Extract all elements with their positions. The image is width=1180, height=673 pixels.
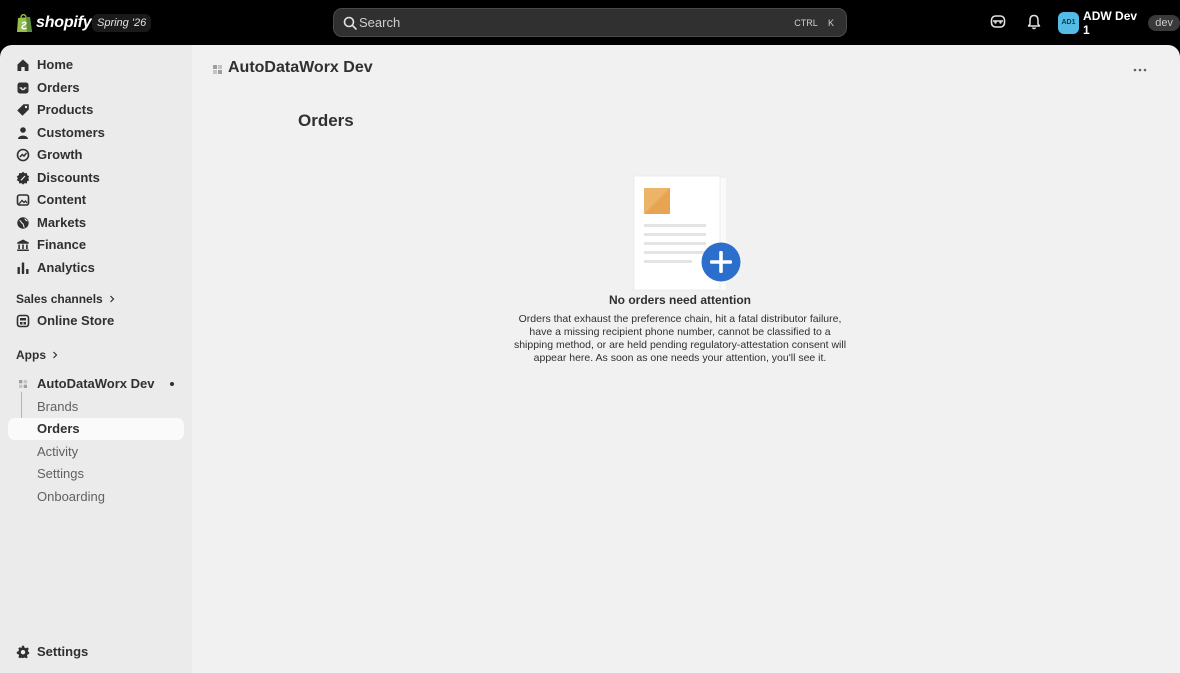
sidebar-item-label: Finance: [37, 237, 87, 252]
empty-state-document-icon: [633, 175, 741, 291]
sidebar-subitem-label: Onboarding: [37, 489, 105, 504]
account-menu[interactable]: AD1 ADW Dev 1 dev: [1058, 8, 1180, 37]
sidebar-item-content[interactable]: Content: [8, 189, 184, 211]
sidebar-item-settings[interactable]: Settings: [8, 641, 184, 663]
page-title: Orders: [298, 111, 354, 130]
sidebar-item-label: Growth: [37, 147, 83, 162]
bar-chart-icon: [17, 262, 29, 274]
sidebar-subitem-label: Brands: [37, 399, 79, 414]
sidebar-item-markets[interactable]: Markets: [8, 212, 184, 234]
sidebar-item-label: Content: [37, 192, 87, 207]
apps-toggle[interactable]: Apps: [16, 348, 59, 362]
sidebar-subitem-label: Settings: [37, 466, 84, 481]
account-name: ADW Dev 1: [1083, 8, 1138, 37]
sidebar-item-label: Products: [37, 102, 94, 117]
app-title: AutoDataWorx Dev: [228, 59, 373, 76]
sidebar-item-label: Markets: [37, 215, 87, 230]
empty-state-body: Orders that exhaust the preference chain…: [513, 313, 847, 364]
chevron-right-icon: [53, 351, 58, 359]
sidebar-item-label: Orders: [37, 80, 80, 95]
sidebar-item-products[interactable]: Products: [8, 99, 184, 121]
app-options-dot[interactable]: [170, 382, 174, 386]
sales-channels-toggle[interactable]: Sales channels: [16, 292, 116, 306]
sidebar-item-label: Home: [37, 57, 74, 72]
bell-icon[interactable]: [1025, 13, 1043, 31]
search-bar[interactable]: CTRL K: [333, 8, 847, 37]
bank-icon: [17, 239, 29, 251]
sidebar-item-label: Discounts: [37, 170, 100, 185]
growth-icon: [16, 148, 30, 162]
app-icon: [19, 380, 27, 388]
sidebar-subitem-label: Orders: [37, 421, 80, 436]
sidebar-item-growth[interactable]: Growth: [8, 144, 184, 166]
tag-icon: [17, 104, 29, 116]
sidekick-chat-icon[interactable]: [989, 13, 1007, 31]
home-icon: [17, 59, 29, 71]
content-icon: [16, 194, 30, 206]
search-icon: [343, 16, 357, 30]
discount-icon: [16, 171, 30, 185]
shopify-logo[interactable]: shopify: [16, 11, 92, 35]
more-options-icon[interactable]: [1130, 60, 1150, 80]
avatar: AD1: [1058, 11, 1080, 34]
sidebar-item-label: Customers: [37, 125, 105, 140]
edition-badge[interactable]: Spring '26: [92, 14, 152, 32]
dev-badge: dev: [1148, 14, 1180, 31]
sidebar-subitem-label: Activity: [37, 444, 79, 459]
sidebar-item-label: Settings: [37, 644, 89, 659]
main-content: AutoDataWorx Dev Orders No orders need a…: [192, 45, 1180, 673]
search-input[interactable]: [359, 9, 779, 36]
sidebar-item-label: AutoDataWorx Dev: [37, 376, 155, 391]
chevron-right-icon: [109, 295, 115, 303]
person-icon: [18, 127, 28, 139]
empty-state-heading: No orders need attention: [608, 293, 751, 307]
gear-icon: [16, 645, 30, 659]
sidebar-item-autodataworx-dev[interactable]: AutoDataWorx Dev: [8, 373, 184, 395]
globe-icon: [17, 217, 29, 229]
sidebar-subitem-onboarding[interactable]: Onboarding: [8, 486, 184, 508]
sidebar-subitem-orders[interactable]: Orders: [8, 418, 184, 440]
sidebar-item-label: Analytics: [37, 260, 95, 275]
inbox-icon: [17, 82, 29, 94]
shopify-bag-icon: [17, 13, 32, 32]
sidebar-item-analytics[interactable]: Analytics: [8, 257, 184, 279]
shortcut-k-key: K: [827, 18, 834, 28]
apps-label: Apps: [16, 348, 46, 362]
storefront-icon: [16, 314, 30, 328]
sidebar-item-orders[interactable]: Orders: [8, 77, 184, 99]
shortcut-ctrl-key: CTRL: [794, 18, 818, 28]
sidebar-subitem-settings[interactable]: Settings: [8, 463, 184, 485]
sidebar: Home Orders Products Customers Growth Di…: [0, 45, 192, 673]
app-icon: [213, 65, 222, 74]
shopify-wordmark: shopify: [36, 14, 92, 31]
sidebar-item-finance[interactable]: Finance: [8, 234, 184, 256]
sidebar-subitem-activity[interactable]: Activity: [8, 441, 184, 463]
sales-channels-label: Sales channels: [16, 292, 103, 306]
sidebar-item-label: Online Store: [37, 313, 115, 328]
top-bar: shopify Spring '26 CTRL K AD1 ADW Dev 1 …: [0, 0, 1180, 45]
sidebar-item-online-store[interactable]: Online Store: [8, 310, 184, 332]
sidebar-subitem-brands[interactable]: Brands: [8, 396, 184, 418]
sidebar-item-discounts[interactable]: Discounts: [8, 167, 184, 189]
sidebar-item-customers[interactable]: Customers: [8, 122, 184, 144]
sidebar-item-home[interactable]: Home: [8, 54, 184, 76]
